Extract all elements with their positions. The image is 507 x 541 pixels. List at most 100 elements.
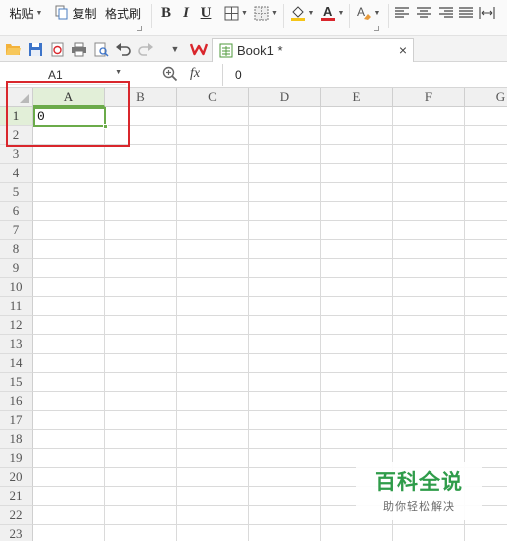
align-right-button[interactable] [438,2,454,24]
clear-format-button[interactable]: A ▼ [354,2,382,24]
copy-button[interactable]: 复制 [52,2,100,24]
row-header-20[interactable]: 20 [0,468,33,487]
row-header-10[interactable]: 10 [0,278,33,297]
formula-input[interactable]: 0 [222,64,507,86]
row-header-22[interactable]: 22 [0,506,33,525]
svg-text:A: A [357,5,365,19]
table-style-icon [254,6,269,20]
redo-icon [137,42,153,56]
insert-function-icon[interactable]: fx [190,66,200,82]
quick-access-bar: ▼ Book1 * × [0,36,507,62]
italic-button[interactable]: I [178,2,194,24]
row-header-21[interactable]: 21 [0,487,33,506]
print-button[interactable] [70,40,88,58]
customize-toolbar-button[interactable]: ▼ [166,40,184,58]
column-header-c[interactable]: C [177,88,249,107]
printer-icon [72,42,86,56]
border-icon [224,6,239,20]
pdf-icon [51,42,63,56]
print-preview-button[interactable] [92,40,110,58]
row-header-7[interactable]: 7 [0,221,33,240]
fill-color-button[interactable]: ▼ [288,2,316,24]
zoom-search-icon[interactable] [162,66,178,85]
spreadsheet-file-icon [219,43,233,58]
save-button[interactable] [26,40,44,58]
row-header-23[interactable]: 23 [0,525,33,541]
row-header-19[interactable]: 19 [0,449,33,468]
row-header-6[interactable]: 6 [0,202,33,221]
row-header-11[interactable]: 11 [0,297,33,316]
paste-button[interactable]: 粘贴 ▼ [6,2,46,24]
toolbar-separator [283,4,284,28]
distributed-align-button[interactable] [478,2,496,24]
select-all-button[interactable] [0,88,33,107]
font-color-button[interactable]: A ▼ [318,2,346,24]
row-header-4[interactable]: 4 [0,164,33,183]
column-header-f[interactable]: F [393,88,465,107]
font-color-icon: A [320,5,335,21]
row-header-8[interactable]: 8 [0,240,33,259]
svg-text:A: A [323,5,333,19]
print-preview-icon [94,42,109,57]
row-header-16[interactable]: 16 [0,392,33,411]
row-header-17[interactable]: 17 [0,411,33,430]
copy-icon [55,5,68,20]
underline-button[interactable]: U [198,2,214,24]
clipboard-group-launcher-icon[interactable] [137,26,142,31]
tab-book1[interactable]: Book1 * × [212,38,414,62]
bold-label: B [160,4,171,21]
row-header-12[interactable]: 12 [0,316,33,335]
row-header-3[interactable]: 3 [0,145,33,164]
align-left-button[interactable] [394,2,410,24]
row-header-14[interactable]: 14 [0,354,33,373]
row-header-15[interactable]: 15 [0,373,33,392]
toolbar-separator [151,4,152,28]
watermark-title: 百科全说 [375,470,463,494]
column-header-e[interactable]: E [321,88,393,107]
export-pdf-button[interactable] [48,40,66,58]
font-group-launcher-icon[interactable] [374,26,379,31]
align-center-button[interactable] [416,2,432,24]
format-painter-button[interactable]: 格式刷 [103,2,143,24]
paste-label: 粘贴 [9,6,34,21]
active-cell-selection [33,107,108,129]
name-box-value: A1 [48,68,63,82]
row-header-13[interactable]: 13 [0,335,33,354]
formula-bar: A1 ▼ fx 0 [0,62,507,88]
chevron-down-icon: ▼ [241,9,248,17]
chevron-down-icon: ▼ [373,9,381,17]
copy-label: 复制 [72,6,97,21]
border-button[interactable]: ▼ [222,2,250,24]
row-headers: 1 2 3 4 5 6 7 8 9 10 11 12 13 14 15 16 17 18 19 20 21 22 23 [0,107,33,541]
chevron-down-icon: ▼ [170,44,180,54]
wps-logo-button[interactable] [190,40,208,58]
row-header-2[interactable]: 2 [0,126,33,145]
cell-style-button[interactable]: ▼ [252,2,280,24]
distributed-align-icon [479,7,495,19]
redo-button[interactable] [136,40,154,58]
open-button[interactable] [4,40,22,58]
paint-bucket-icon [290,6,305,21]
name-box[interactable]: A1 ▼ [6,65,126,85]
fill-handle[interactable] [103,124,108,129]
align-center-icon [417,7,431,18]
row-header-1[interactable]: 1 [0,107,33,126]
row-header-9[interactable]: 9 [0,259,33,278]
toolbar-separator [388,4,389,28]
undo-button[interactable] [114,40,132,58]
save-icon [28,42,42,56]
column-header-b[interactable]: B [105,88,177,107]
column-header-a[interactable]: A [33,88,105,107]
row-header-18[interactable]: 18 [0,430,33,449]
italic-label: I [183,4,189,21]
bold-button[interactable]: B [158,2,174,24]
justify-button[interactable] [458,2,474,24]
underline-label: U [200,4,212,21]
toolbar-separator [349,4,350,28]
close-icon[interactable]: × [399,42,407,58]
row-header-5[interactable]: 5 [0,183,33,202]
chevron-down-icon: ▼ [307,9,315,17]
column-header-g[interactable]: G [465,88,507,107]
column-header-d[interactable]: D [249,88,321,107]
chevron-down-icon[interactable]: ▼ [115,69,122,76]
